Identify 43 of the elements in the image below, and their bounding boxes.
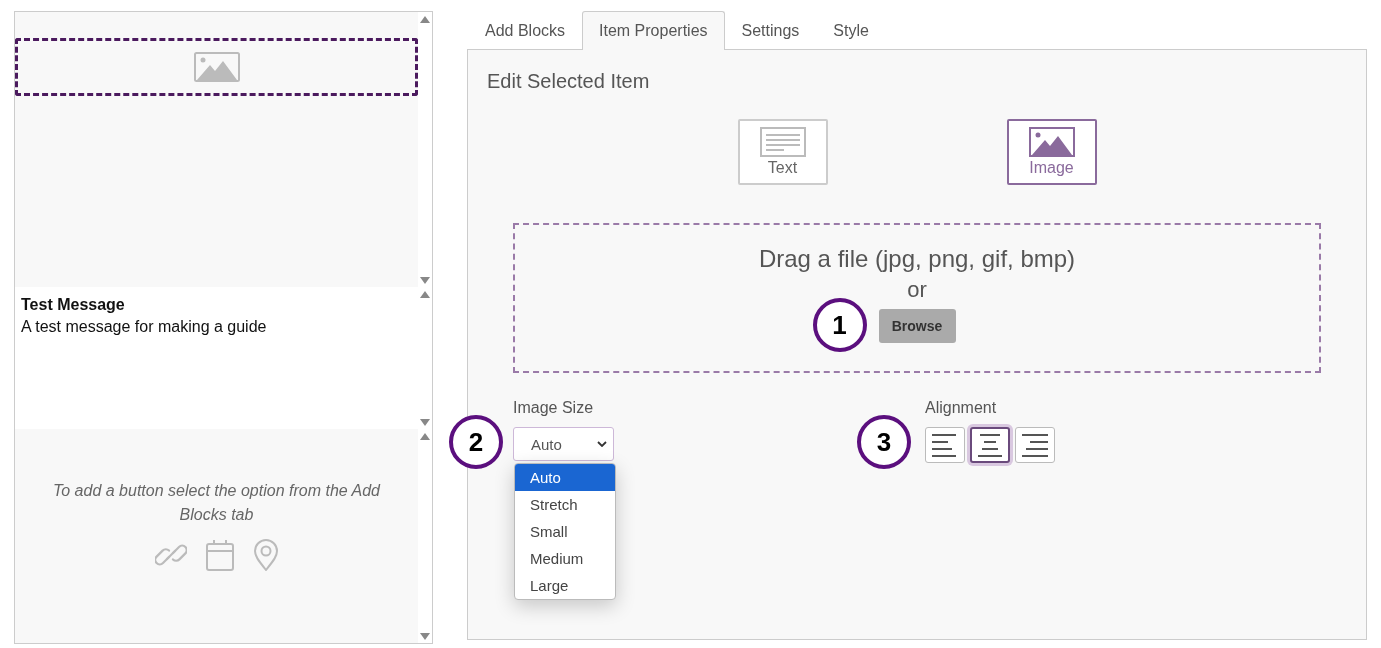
callout-number: 1 — [812, 298, 867, 352]
file-drop-zone[interactable]: Drag a file (jpg, png, gif, bmp) or 1 Browse — [513, 223, 1321, 373]
align-right-button[interactable] — [1015, 427, 1055, 463]
scroll-down-icon[interactable] — [420, 633, 430, 640]
drop-prompt: Drag a file (jpg, png, gif, bmp) — [758, 245, 1076, 273]
tab[interactable]: Add Blocks — [468, 11, 583, 50]
block-type-button[interactable]: Text — [737, 119, 828, 185]
align-left-button[interactable] — [925, 427, 965, 463]
image-size-label: Image Size — [513, 399, 595, 417]
hint-text: To add a button select the option from the Add Blocks tab — [51, 481, 382, 525]
browse-button[interactable]: Browse — [878, 309, 956, 343]
align-center-button[interactable] — [970, 427, 1010, 463]
scroll-down-icon[interactable] — [420, 277, 430, 284]
dropdown-option[interactable]: Auto — [515, 464, 615, 491]
location-pin-icon — [252, 539, 279, 571]
calendar-icon — [204, 539, 235, 571]
dropdown-option[interactable]: Small — [515, 518, 615, 545]
image-size-select[interactable]: Auto — [513, 427, 614, 461]
panel-heading: Edit Selected Item — [487, 70, 651, 93]
block-type-button[interactable]: Image — [1006, 119, 1097, 185]
callout-number: 2 — [449, 415, 503, 469]
image-block-icon — [1028, 127, 1075, 157]
scroll-up-icon[interactable] — [420, 16, 430, 23]
tab[interactable]: Item Properties — [582, 11, 725, 50]
dropdown-option[interactable]: Medium — [515, 545, 615, 572]
scroll-up-icon[interactable] — [420, 291, 430, 298]
message-title: Test Message — [21, 296, 126, 314]
image-block[interactable] — [15, 38, 418, 96]
image-placeholder-icon — [193, 52, 240, 82]
dropdown-option[interactable]: Stretch — [515, 491, 615, 518]
dropdown-option[interactable]: Large — [515, 572, 615, 599]
or-text: or — [907, 277, 927, 303]
chevron-down-icon — [597, 441, 607, 447]
tab[interactable]: Style — [816, 11, 886, 50]
scroll-up-icon[interactable] — [420, 433, 430, 440]
alignment-label: Alignment — [925, 399, 998, 417]
callout-number: 3 — [857, 415, 911, 469]
scroll-down-icon[interactable] — [420, 419, 430, 426]
tab[interactable]: Settings — [724, 11, 817, 50]
align-right-icon — [1020, 432, 1050, 458]
align-center-icon — [975, 432, 1005, 458]
message-text: A test message for making a guide — [21, 318, 268, 336]
text-block-icon — [759, 127, 806, 157]
